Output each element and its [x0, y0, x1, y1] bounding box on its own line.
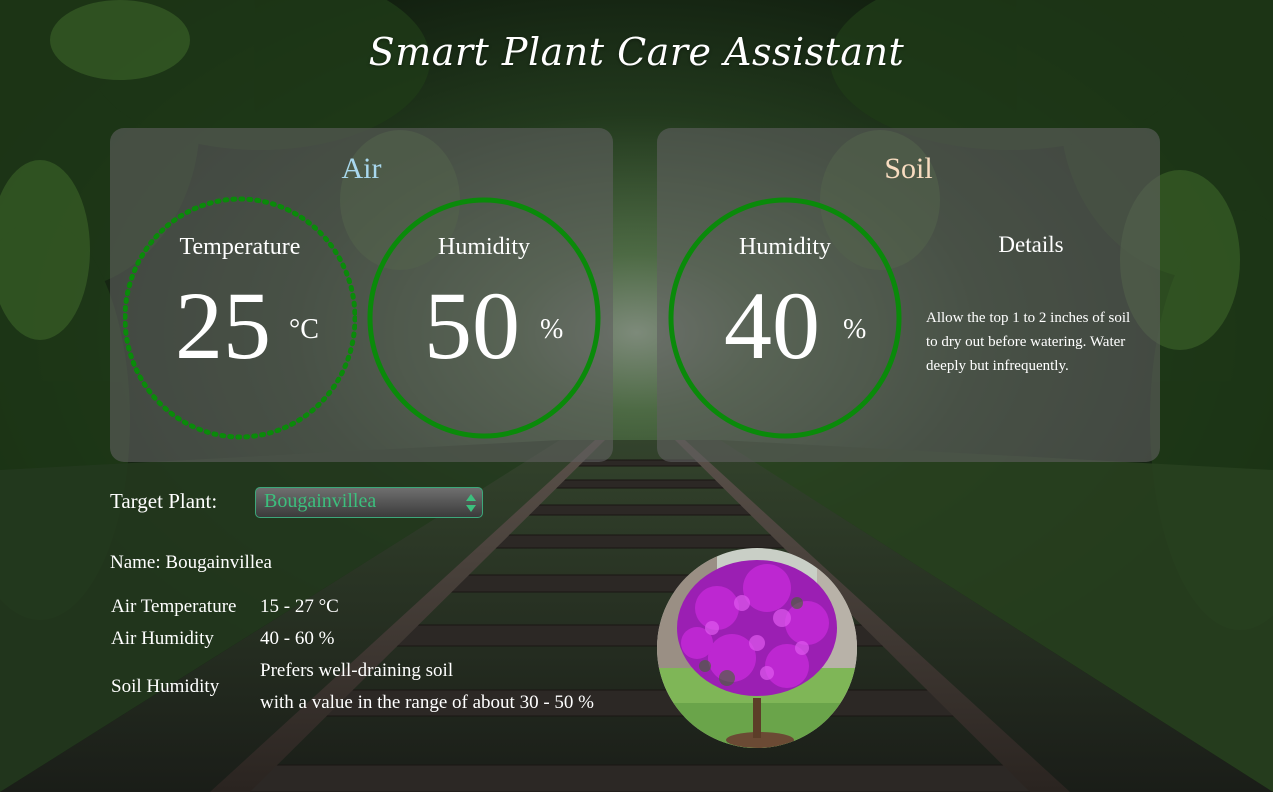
page-title: Smart Plant Care Assistant: [368, 30, 905, 74]
soil-humidity-value-line2: with a value in the range of about 30 - …: [260, 692, 594, 713]
air-panel-title: Air: [341, 152, 382, 185]
plant-name: Name: Bougainvillea: [110, 552, 272, 573]
soil-humidity-label: Humidity: [738, 234, 831, 260]
air-humidity-unit: %: [540, 314, 564, 345]
soil-humidity-unit: %: [843, 314, 867, 345]
air-temperature-gauge: Temperature 25 °C: [123, 196, 357, 440]
soil-panel: Soil Humidity 40 % Details Allow the top…: [657, 128, 1160, 462]
details-text: Allow the top 1 to 2 inches of soil to d…: [926, 310, 1131, 374]
bougainvillea-photo: [657, 548, 857, 748]
soil-humidity-value-line1: Prefers well-draining soil: [260, 660, 454, 681]
air-humidity-label: Humidity: [437, 234, 530, 260]
details-title: Details: [998, 232, 1064, 257]
air-temperature-row-label: Air Temperature: [111, 596, 237, 617]
temperature-unit: °C: [289, 314, 319, 345]
target-plant-label: Target Plant:: [110, 489, 218, 513]
target-plant-selected-value: Bougainvillea: [264, 490, 377, 512]
air-panel: Air Temperature 25 °C Humidity 50 %: [110, 128, 613, 462]
select-arrows-icon: [466, 494, 476, 512]
soil-humidity-value: 40: [724, 272, 820, 379]
temperature-label: Temperature: [179, 234, 301, 260]
air-humidity-row-value: 40 - 60 %: [260, 628, 335, 649]
air-temperature-row-value: 15 - 27 °C: [260, 596, 339, 617]
air-humidity-row-label: Air Humidity: [111, 628, 214, 649]
soil-humidity-row-label: Soil Humidity: [111, 676, 220, 697]
soil-humidity-gauge: Humidity 40 %: [668, 196, 902, 440]
target-plant-select[interactable]: Bougainvillea: [255, 487, 483, 518]
air-humidity-value: 50: [424, 272, 520, 379]
air-humidity-gauge: Humidity 50 %: [367, 196, 601, 440]
soil-panel-title: Soil: [884, 152, 933, 185]
temperature-value: 25: [175, 272, 271, 379]
